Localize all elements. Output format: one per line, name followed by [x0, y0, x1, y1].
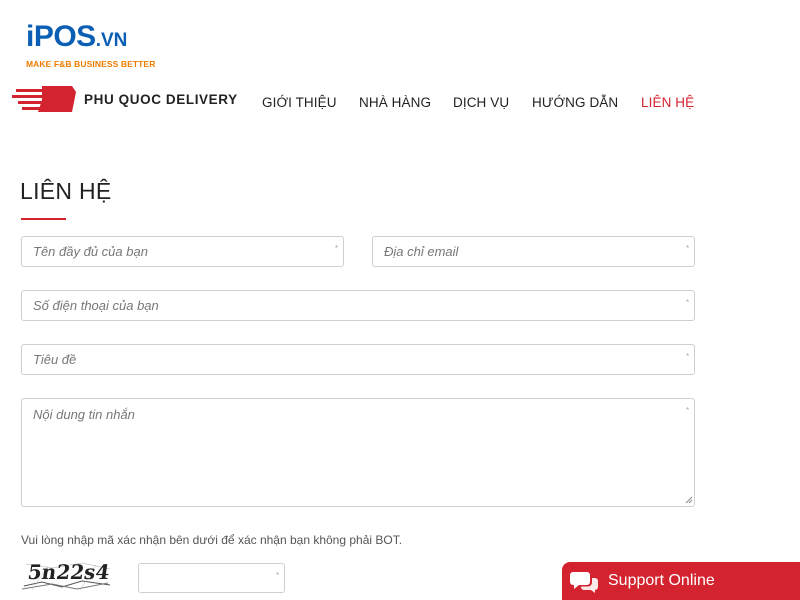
required-mark: *: [276, 571, 280, 580]
nav-item-huong-dan[interactable]: HƯỚNG DẪN: [532, 95, 618, 110]
site-name: PHU QUOC DELIVERY: [84, 91, 238, 107]
delivery-speed-icon: [12, 86, 76, 112]
ipos-brand[interactable]: iPOS.VN MAKE F&B BUSINESS BETTER: [26, 22, 156, 70]
required-mark: *: [686, 244, 690, 253]
email-input[interactable]: [372, 236, 695, 267]
ipos-tagline: MAKE F&B BUSINESS BETTER: [26, 59, 156, 69]
support-online-button[interactable]: Support Online: [562, 562, 800, 600]
page-title: LIÊN HỆ: [20, 178, 112, 204]
phone-input[interactable]: [21, 290, 695, 321]
subject-input[interactable]: [21, 344, 695, 375]
ipos-logo: iPOS.VN: [26, 22, 155, 56]
required-mark: *: [335, 244, 339, 253]
message-textarea[interactable]: [21, 398, 695, 507]
site-logo[interactable]: PHU QUOC DELIVERY: [12, 84, 238, 114]
nav-item-lien-he[interactable]: LIÊN HỆ: [641, 95, 694, 110]
support-online-label: Support Online: [608, 572, 715, 589]
ipos-logo-suffix: .VN: [95, 30, 128, 51]
resize-handle-icon[interactable]: [685, 496, 693, 504]
nav-item-gioi-thieu[interactable]: GIỚI THIỆU: [262, 95, 337, 110]
title-underline: [21, 218, 66, 220]
captcha-input[interactable]: [138, 563, 285, 593]
captcha-code: 5n22s4: [26, 560, 112, 584]
captcha-instruction: Vui lòng nhập mã xác nhận bên dưới để xá…: [21, 533, 403, 547]
name-input[interactable]: [21, 236, 344, 267]
required-mark: *: [686, 298, 690, 307]
chat-bubbles-icon: [570, 572, 598, 593]
ipos-logo-main: iPOS: [26, 20, 96, 53]
nav-item-dich-vu[interactable]: DỊCH VỤ: [453, 95, 509, 110]
required-mark: *: [686, 406, 690, 415]
nav-item-nha-hang[interactable]: NHÀ HÀNG: [359, 95, 431, 110]
required-mark: *: [686, 352, 690, 361]
